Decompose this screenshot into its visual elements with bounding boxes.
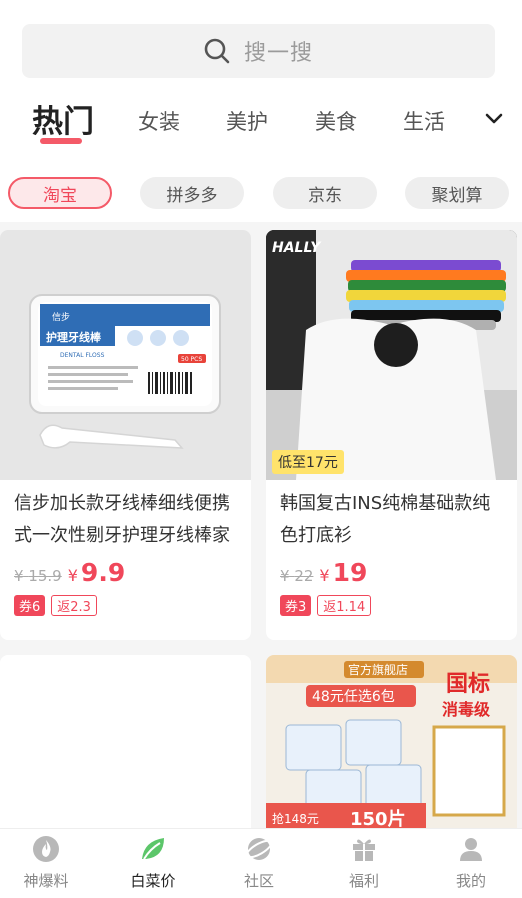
current-price: 19 <box>332 558 368 587</box>
product-card[interactable]: 官方旗舰店 48元任选6包 国标 消毒级 抢148元 150片 <box>266 655 517 855</box>
product-card[interactable] <box>0 655 251 855</box>
package-name: 护理牙线棒 <box>46 330 102 344</box>
tabbar-label: 我的 <box>455 872 486 890</box>
original-price: ¥ 15.9 <box>14 567 62 585</box>
product-card[interactable]: HALLY 低至17元 韩国复古INS纯棉基础款纯色打底衫 ¥ 22 ¥ 19 … <box>266 230 517 640</box>
header: 搜一搜 热门 女装 美护 美食 生活 淘宝 拼多多 京东 聚划算 <box>0 0 522 222</box>
tabbar-label: 神爆料 <box>23 872 69 890</box>
product-image: 信步 护理牙线棒 DENTAL FLOSS 50 PCS <box>0 230 251 480</box>
coupon-badge: 券3 <box>280 595 312 616</box>
platform-juhuasuan[interactable]: 聚划算 <box>405 177 509 209</box>
tab-hot[interactable]: 热门 <box>32 96 94 141</box>
rebate-badge: 返2.3 <box>51 595 97 616</box>
tabbar-item-benefits[interactable]: 福利 <box>324 835 404 891</box>
user-icon <box>460 838 482 861</box>
flame-icon <box>33 836 59 862</box>
tab-beauty[interactable]: 美护 <box>226 106 268 136</box>
current-price: 9.9 <box>80 558 126 587</box>
product-card[interactable]: 信步 护理牙线棒 DENTAL FLOSS 50 PCS 信步加长款牙线棒细线便… <box>0 230 251 640</box>
tab-life[interactable]: 生活 <box>403 106 445 136</box>
product-title: 韩国复古INS纯棉基础款纯色打底衫 <box>280 493 491 546</box>
package-sub: DENTAL FLOSS <box>60 352 105 359</box>
planet-icon <box>245 838 273 860</box>
tabbar-label: 福利 <box>348 872 379 890</box>
standard-text: 国标 <box>446 671 490 697</box>
product-image: 官方旗舰店 48元任选6包 国标 消毒级 抢148元 150片 <box>266 655 517 855</box>
rebate-badge: 返1.14 <box>317 595 372 616</box>
platform-taobao[interactable]: 淘宝 <box>8 177 112 209</box>
search-placeholder: 搜一搜 <box>243 41 313 66</box>
tabbar-item-me[interactable]: 我的 <box>431 835 511 891</box>
badges: 券3 返1.14 <box>280 595 372 616</box>
price-row: ¥ 15.9 ¥ 9.9 <box>14 558 125 587</box>
tab-women[interactable]: 女装 <box>138 106 180 136</box>
tabbar-item-news[interactable]: 神爆料 <box>6 835 86 891</box>
currency-symbol: ¥ <box>67 566 78 585</box>
gift-icon <box>353 839 375 861</box>
tabbar-item-community[interactable]: 社区 <box>219 835 299 891</box>
badges: 券6 返2.3 <box>14 595 97 616</box>
brand-mark: 信步 <box>52 311 70 323</box>
product-image: HALLY 低至17元 <box>266 230 517 480</box>
platform-pinduoduo[interactable]: 拼多多 <box>140 177 244 209</box>
tabbar-item-deals[interactable]: 白菜价 <box>113 835 193 891</box>
tab-food[interactable]: 美食 <box>315 106 357 136</box>
original-price: ¥ 22 <box>280 567 314 585</box>
count-text: 150片 <box>350 808 406 830</box>
banner-text: 抢148元 <box>272 811 319 826</box>
leaf-icon <box>142 838 164 860</box>
active-tab-indicator <box>40 138 82 144</box>
tabbar-label: 白菜价 <box>130 872 176 890</box>
search-icon <box>204 38 230 64</box>
platform-jd[interactable]: 京东 <box>273 177 377 209</box>
watermark-logo: HALLY <box>272 240 322 256</box>
store-label: 官方旗舰店 <box>348 662 408 677</box>
price-tag: 低至17元 <box>272 450 344 474</box>
coupon-badge: 券6 <box>14 595 46 616</box>
promo-text: 48元任选6包 <box>312 689 395 705</box>
tabbar-label: 社区 <box>243 872 274 890</box>
chevron-down-icon[interactable] <box>484 110 504 128</box>
currency-symbol: ¥ <box>319 566 330 585</box>
bottom-tab-bar: 神爆料 白菜价 社区 福利 我的 <box>0 828 522 898</box>
package-count: 50 PCS <box>181 356 202 363</box>
grade-text: 消毒级 <box>442 700 491 719</box>
product-title: 信步加长款牙线棒细线便携式一次性剔牙护理牙线棒家 <box>14 493 230 546</box>
search-bar[interactable]: 搜一搜 <box>22 24 495 78</box>
price-row: ¥ 22 ¥ 19 <box>280 558 367 587</box>
